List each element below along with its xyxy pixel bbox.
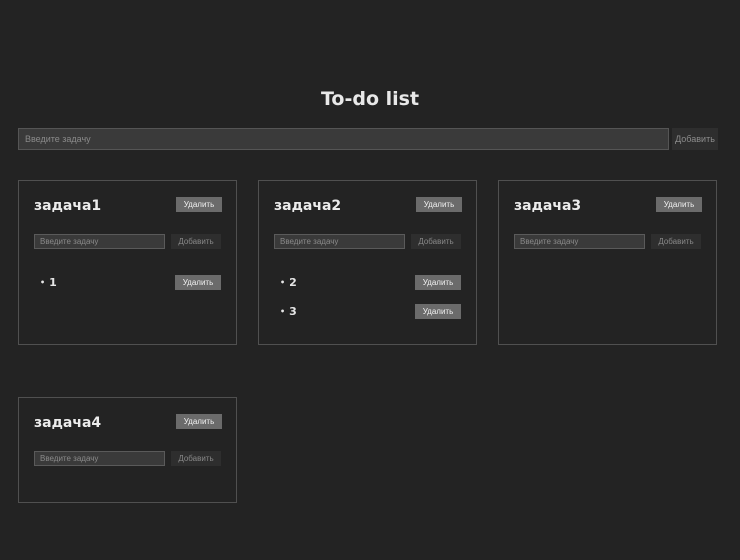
card-add-button[interactable]: Добавить [171,451,221,466]
card-title: задача1 [34,198,102,214]
task-delete-button[interactable]: Удалить [175,275,221,290]
card-task-input[interactable] [514,234,645,249]
task-item-label: 2 [280,276,297,289]
card-title: задача3 [514,198,582,214]
task-item: 3 Удалить [274,304,461,320]
card-add-button[interactable]: Добавить [171,234,221,249]
task-item-label: 1 [40,276,57,289]
task-delete-button[interactable]: Удалить [415,304,461,319]
task-item-label: 3 [280,305,297,318]
todo-card: задача3 Удалить Добавить [498,180,717,345]
task-item: 2 Удалить [274,275,461,291]
new-list-input[interactable] [18,128,669,150]
card-task-input[interactable] [34,451,165,466]
page-title: To-do list [320,88,420,110]
todo-page: To-do list Добавить задача1 Удалить Доба… [0,0,740,560]
card-task-input[interactable] [274,234,405,249]
card-title: задача4 [34,415,102,431]
card-add-button[interactable]: Добавить [411,234,461,249]
card-delete-button[interactable]: Удалить [176,197,222,212]
card-title: задача2 [274,198,342,214]
task-item: 1 Удалить [34,275,221,291]
card-delete-button[interactable]: Удалить [656,197,702,212]
new-list-add-button[interactable]: Добавить [672,128,718,150]
todo-card: задача1 Удалить Добавить 1 Удалить [18,180,237,345]
todo-card: задача4 Удалить Добавить [18,397,237,503]
card-delete-button[interactable]: Удалить [416,197,462,212]
card-task-input[interactable] [34,234,165,249]
task-delete-button[interactable]: Удалить [415,275,461,290]
card-delete-button[interactable]: Удалить [176,414,222,429]
todo-card: задача2 Удалить Добавить 2 Удалить 3 Уда… [258,180,477,345]
card-add-button[interactable]: Добавить [651,234,701,249]
